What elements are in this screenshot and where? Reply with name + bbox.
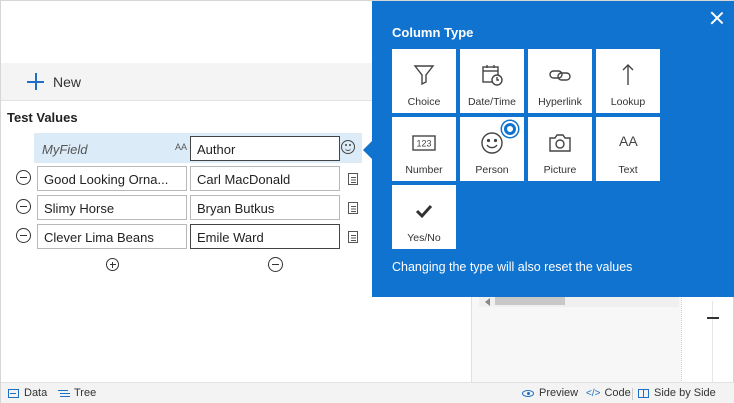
section-title: Test Values	[7, 110, 78, 125]
side-by-side-view-tab[interactable]: Side by Side	[638, 387, 716, 399]
header-field-name[interactable]: MyField	[42, 142, 88, 157]
type-label: Number	[405, 164, 443, 176]
divider	[712, 301, 713, 383]
scroll-left-icon[interactable]	[485, 298, 490, 306]
type-datetime-button[interactable]: Date/Time	[460, 49, 524, 113]
type-lookup-button[interactable]: Lookup	[596, 49, 660, 113]
new-button[interactable]: New	[27, 73, 81, 90]
type-label: Choice	[407, 96, 441, 108]
tick-mark	[707, 317, 719, 319]
funnel-icon	[412, 63, 436, 87]
type-label: Yes/No	[407, 232, 441, 244]
popup-pointer	[363, 141, 372, 159]
type-label: Date/Time	[467, 96, 517, 108]
data-icon	[8, 388, 19, 398]
code-view-label: Code	[604, 387, 631, 399]
tree-view-label: Tree	[74, 387, 97, 399]
preview-view-tab[interactable]: Preview	[522, 387, 578, 399]
person-type-icon[interactable]	[341, 140, 355, 154]
type-label: Person	[475, 164, 509, 176]
type-label: Hyperlink	[538, 96, 582, 108]
number-glyph: 123	[416, 139, 431, 149]
remove-column-icon[interactable]	[268, 257, 283, 272]
side-by-side-label: Side by Side	[654, 387, 716, 399]
status-bar: Data Tree Preview </> Code Side by Side	[1, 382, 734, 403]
document-icon[interactable]	[348, 202, 358, 214]
calendar-clock-icon	[480, 63, 504, 87]
text-type-icon[interactable]: AA	[175, 142, 187, 152]
type-label: Lookup	[610, 96, 646, 108]
camera-icon	[548, 131, 572, 155]
row-field-cell[interactable]: Clever Lima Beans	[37, 224, 187, 249]
type-person-button[interactable]: Person	[460, 117, 524, 181]
data-view-label: Data	[24, 387, 48, 399]
app-window: New Test Values MyField AA Author Good L…	[0, 0, 734, 403]
preview-view-label: Preview	[539, 387, 579, 399]
grid-header-row: MyField AA Author	[34, 133, 362, 163]
row-value-cell[interactable]: Bryan Butkus	[190, 195, 340, 220]
side-by-side-icon	[638, 388, 649, 398]
checkmark-icon	[412, 199, 436, 223]
data-view-tab[interactable]: Data	[8, 387, 47, 399]
tree-view-tab[interactable]: Tree	[58, 387, 96, 399]
row-field-cell[interactable]: Slimy Horse	[37, 195, 187, 220]
type-picture-button[interactable]: Picture	[528, 117, 592, 181]
arrow-up-icon	[616, 63, 640, 87]
selected-indicator-icon	[502, 121, 518, 137]
eye-icon	[522, 389, 534, 397]
document-icon[interactable]	[348, 173, 358, 185]
type-choice-button[interactable]: Choice	[392, 49, 456, 113]
scrollbar-thumb[interactable]	[495, 296, 565, 305]
text-aa-icon: AA	[616, 131, 640, 155]
close-icon[interactable]	[710, 11, 724, 25]
remove-row-icon[interactable]	[16, 170, 31, 185]
popup-note: Changing the type will also reset the va…	[392, 260, 633, 274]
code-view-tab[interactable]: </> Code	[586, 387, 631, 399]
type-yesno-button[interactable]: Yes/No	[392, 185, 456, 249]
type-text-button[interactable]: AA Text	[596, 117, 660, 181]
plus-icon	[27, 73, 44, 90]
remove-row-icon[interactable]	[16, 228, 31, 243]
text-glyph: AA	[619, 133, 638, 149]
type-label: Picture	[543, 164, 577, 176]
add-row-icon[interactable]	[106, 258, 119, 271]
divider	[632, 388, 633, 400]
document-icon[interactable]	[348, 231, 358, 243]
row-field-cell[interactable]: Good Looking Orna...	[37, 166, 187, 191]
type-number-button[interactable]: 123 Number	[392, 117, 456, 181]
column-type-popup: Column Type Choice Date/Time Hyperlink L…	[372, 1, 734, 297]
popup-title: Column Type	[392, 25, 474, 40]
new-button-label: New	[53, 73, 82, 90]
smiley-icon	[480, 131, 504, 155]
code-icon: </>	[586, 387, 601, 399]
type-label: Text	[618, 164, 638, 176]
remove-row-icon[interactable]	[16, 199, 31, 214]
link-icon	[548, 63, 572, 87]
tree-icon	[58, 389, 69, 398]
divider	[681, 291, 682, 383]
type-hyperlink-button[interactable]: Hyperlink	[528, 49, 592, 113]
row-value-cell[interactable]: Carl MacDonald	[190, 166, 340, 191]
number-123-icon: 123	[412, 131, 436, 155]
header-value-cell[interactable]: Author	[190, 136, 340, 161]
row-value-cell[interactable]: Emile Ward	[190, 224, 340, 249]
